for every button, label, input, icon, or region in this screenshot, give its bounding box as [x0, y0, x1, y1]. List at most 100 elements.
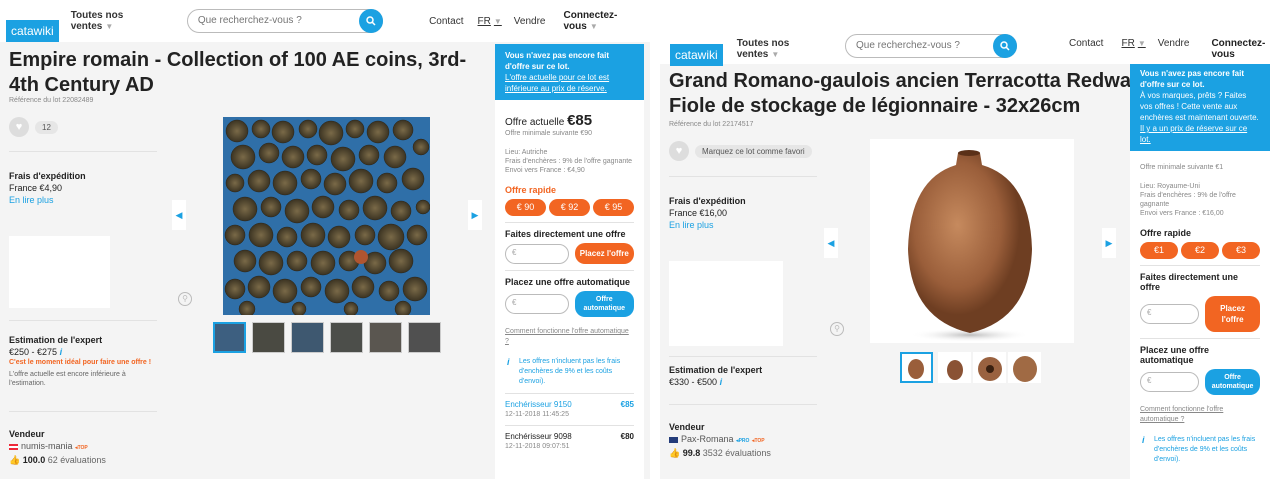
seller-name[interactable]: numis-mania — [21, 441, 73, 451]
info-icon[interactable]: i — [60, 347, 63, 357]
search-box[interactable] — [845, 34, 1017, 58]
thumbnail-3[interactable] — [291, 322, 324, 353]
no-bid-banner: Vous n'avez pas encore fait d'offre sur … — [1130, 64, 1270, 151]
place-bid-button[interactable]: Placez l'offre — [574, 243, 634, 264]
quick-bid-button[interactable]: € 95 — [593, 199, 634, 216]
contact-link[interactable]: Contact — [1069, 38, 1103, 49]
zoom-icon[interactable]: ⚲ — [830, 322, 844, 336]
divider — [505, 425, 634, 426]
quick-bid-label: Offre rapide — [1140, 228, 1192, 238]
thumbnail-4[interactable] — [1008, 352, 1041, 383]
chevron-down-icon: ▼ — [771, 50, 780, 59]
prev-image-arrow[interactable]: ◀ — [824, 228, 838, 258]
location: Lieu: Royaume-Uni — [1140, 183, 1200, 190]
seller-name[interactable]: Pax-Romana — [681, 434, 734, 444]
place-bid-button[interactable]: Placez l'offre — [1205, 296, 1260, 332]
read-more-link[interactable]: En lire plus — [669, 220, 714, 230]
next-image-arrow[interactable]: ▶ — [468, 200, 482, 230]
search-icon[interactable] — [359, 9, 384, 33]
language-select[interactable]: FR ▼ — [478, 16, 502, 27]
auto-bid-input[interactable]: € — [1140, 372, 1200, 392]
thumbnail-1[interactable] — [900, 352, 933, 383]
auto-bid-label: Placez une offre automatique — [1140, 345, 1210, 365]
quick-bid-button[interactable]: €1 — [1140, 242, 1178, 259]
fees-info: i Les offres n'incluent pas les frais d'e… — [507, 357, 634, 387]
info-icon[interactable]: i — [720, 377, 723, 387]
thumbnail-1[interactable] — [213, 322, 246, 353]
estimate-note: L'offre actuelle est encore inférieure à… — [9, 371, 126, 387]
quick-bid-button[interactable]: €2 — [1181, 242, 1219, 259]
auto-bid-input[interactable]: € — [505, 294, 569, 314]
lot-main-image[interactable] — [223, 117, 430, 315]
thumbnail-6[interactable] — [408, 322, 441, 353]
current-offer-value: €85 — [567, 112, 593, 129]
bid-date: 12-11-2018 09:07:51 — [505, 443, 570, 450]
lot-title-line: Empire romain - Collection of 100 AE coi… — [9, 49, 467, 71]
chevron-down-icon: ▼ — [105, 22, 114, 31]
nav-all-auctions[interactable]: Toutes nos ventes ▼ — [737, 38, 811, 60]
thumbnail-2[interactable] — [252, 322, 285, 353]
bid-amount-input[interactable]: € — [1140, 304, 1200, 324]
next-image-arrow[interactable]: ▶ — [1102, 228, 1116, 258]
contact-link[interactable]: Contact — [429, 16, 463, 27]
bid-amount-input[interactable]: € — [505, 243, 569, 264]
thumbnail-5[interactable] — [369, 322, 402, 353]
banner-text: À vos marques, prêts ? Faites vos offres… — [1140, 91, 1259, 122]
login-link[interactable]: Connectez-vous ▼ — [564, 10, 650, 32]
language-select[interactable]: FR ▼ — [1121, 38, 1145, 49]
seller-score: 99.8 — [682, 448, 701, 458]
sell-link[interactable]: Vendre — [1158, 38, 1190, 49]
seller-reviews[interactable]: 3532 évaluations — [703, 448, 771, 458]
divider — [9, 411, 157, 412]
chevron-down-icon: ▼ — [1137, 39, 1146, 48]
heart-icon[interactable]: ♥ — [9, 117, 29, 137]
uk-flag-icon — [669, 436, 678, 443]
site-header: catawiki Toutes nos ventes▼ Contact FR▼ … — [660, 0, 1270, 66]
quick-bid-button[interactable]: €3 — [1222, 242, 1260, 259]
lot-reference: Référence du lot 22082489 — [9, 97, 94, 104]
favorite-count: 12 — [35, 121, 58, 134]
bid-amount: €85 — [620, 400, 634, 409]
estimate-section: Estimation de l'expert €250 - €275 i C'e… — [9, 334, 159, 388]
seller-reviews[interactable]: 62 évaluations — [48, 455, 106, 465]
catawiki-logo[interactable]: catawiki — [670, 44, 723, 66]
login-link[interactable]: Connectez-vous — [1211, 38, 1270, 60]
quick-bid-button[interactable]: € 90 — [505, 199, 546, 216]
shipping-value: France €16,00 — [669, 208, 728, 218]
chevron-down-icon: ▼ — [589, 22, 598, 31]
thumbnail-2[interactable] — [938, 352, 971, 383]
search-input[interactable] — [187, 10, 358, 31]
search-icon[interactable] — [993, 34, 1017, 58]
how-auto-bid-link[interactable]: Comment fonctionne l'offre automatique ? — [1140, 405, 1260, 425]
how-auto-bid-link[interactable]: Comment fonctionne l'offre automatique ? — [505, 327, 634, 347]
quick-bid-button[interactable]: € 92 — [549, 199, 590, 216]
read-more-link[interactable]: En lire plus — [9, 195, 54, 205]
prev-image-arrow[interactable]: ◀ — [172, 200, 186, 230]
bidder-name: Enchérisseur 9098 — [505, 432, 572, 441]
search-input[interactable] — [846, 35, 1016, 56]
austria-flag-icon — [9, 443, 18, 450]
bidder-name: Enchérisseur 9150 — [505, 400, 572, 409]
catawiki-logo[interactable]: catawiki — [6, 20, 59, 42]
lot-main-image[interactable] — [870, 139, 1074, 343]
auto-bid-button[interactable]: Offre automatique — [1205, 369, 1260, 395]
seller-label: Vendeur — [9, 429, 45, 439]
quick-bid-buttons: €1 €2 €3 — [1140, 242, 1260, 259]
left-screenshot: catawiki Toutes nos ventes▼ Contact FR▼ … — [0, 0, 650, 479]
reserve-price-link[interactable]: L'offre actuelle pour ce lot est inférie… — [505, 73, 609, 93]
sell-link[interactable]: Vendre — [514, 16, 546, 27]
reserve-price-link[interactable]: Il y a un prix de réserve sur ce lot. — [1140, 124, 1247, 144]
zoom-icon[interactable]: ⚲ — [178, 292, 192, 306]
shipping-to: Envoi vers France : €16,00 — [1140, 210, 1224, 217]
search-box[interactable] — [186, 9, 384, 33]
current-offer: Offre actuelle €85 — [505, 112, 634, 129]
top-badge: ◂TOP — [75, 445, 88, 451]
info-icon: i — [507, 357, 510, 367]
auto-bid-button[interactable]: Offre automatique — [574, 291, 634, 317]
thumbnail-4[interactable] — [330, 322, 363, 353]
heart-icon[interactable]: ♥ — [669, 141, 689, 161]
thumbnail-3[interactable] — [973, 352, 1006, 383]
nav-all-auctions[interactable]: Toutes nos ventes ▼ — [71, 10, 167, 32]
estimate-label: Estimation de l'expert — [669, 365, 763, 375]
favorite-button[interactable]: Marquez ce lot comme favori — [695, 145, 812, 158]
